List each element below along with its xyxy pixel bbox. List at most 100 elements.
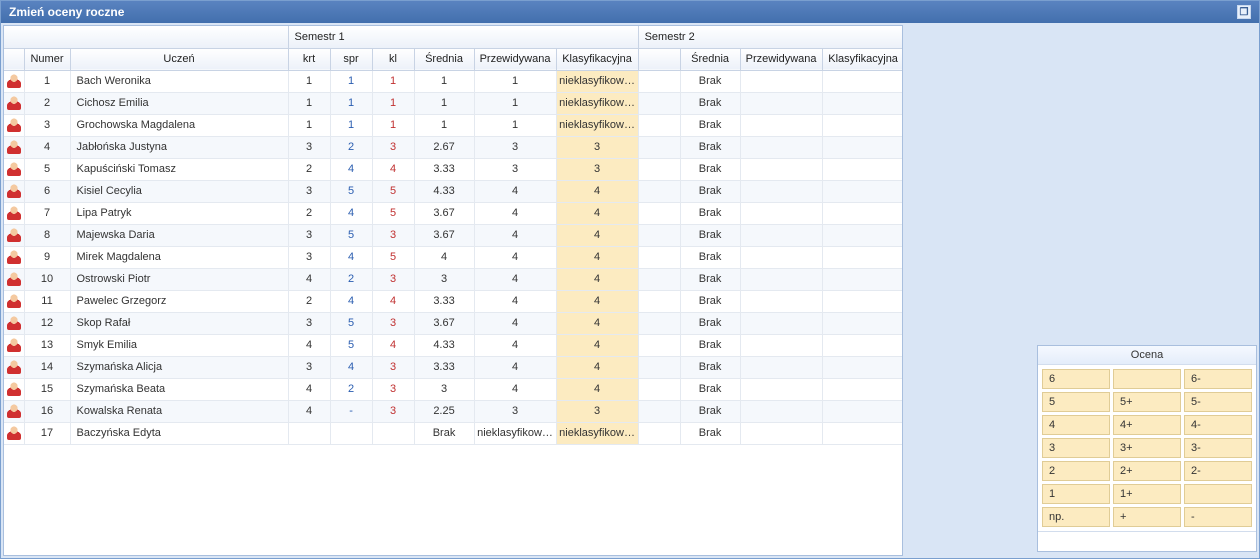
cell-s2-avg: Brak xyxy=(680,268,740,290)
table-row[interactable]: 3Grochowska Magdalena11111nieklasyfikow…… xyxy=(4,114,903,136)
grade-button[interactable]: 4 xyxy=(1042,415,1110,435)
table-row[interactable]: 7Lipa Patryk2453.6744Brak xyxy=(4,202,903,224)
cell-klas[interactable]: nieklasyfikow… xyxy=(556,422,638,444)
cell-klas[interactable]: 4 xyxy=(556,334,638,356)
col-klasyfikacyjna-1[interactable]: Klasyfikacyjna xyxy=(556,48,638,70)
cell-klas[interactable]: 4 xyxy=(556,202,638,224)
cell-name: Kapuściński Tomasz xyxy=(70,158,288,180)
grade-button[interactable]: 4+ xyxy=(1113,415,1181,435)
cell-s2-avg: Brak xyxy=(680,356,740,378)
grade-button[interactable]: 5+ xyxy=(1113,392,1181,412)
table-row[interactable]: 13Smyk Emilia4544.3344Brak xyxy=(4,334,903,356)
cell-kl: 5 xyxy=(372,246,414,268)
window: Zmień oceny roczne ❐ Semestr 1 Semestr 2 xyxy=(0,0,1260,559)
table-row[interactable]: 15Szymańska Beata423344Brak xyxy=(4,378,903,400)
cell-kl: 3 xyxy=(372,312,414,334)
cell-s2-pred xyxy=(740,400,822,422)
cell-klas[interactable]: 4 xyxy=(556,312,638,334)
cell-avg: 4 xyxy=(414,246,474,268)
cell-kl: 5 xyxy=(372,202,414,224)
restore-icon[interactable]: ❐ xyxy=(1237,5,1251,19)
grade-button[interactable]: 1+ xyxy=(1113,484,1181,504)
col-numer[interactable]: Numer xyxy=(24,48,70,70)
grade-button[interactable]: 5 xyxy=(1042,392,1110,412)
table-row[interactable]: 2Cichosz Emilia11111nieklasyfikow…Brak xyxy=(4,92,903,114)
table-row[interactable]: 12Skop Rafał3533.6744Brak xyxy=(4,312,903,334)
cell-klas[interactable]: 3 xyxy=(556,400,638,422)
grade-button[interactable]: 5- xyxy=(1184,392,1252,412)
grade-button[interactable]: - xyxy=(1184,507,1252,527)
grade-button[interactable]: 2- xyxy=(1184,461,1252,481)
cell-s2-pred xyxy=(740,114,822,136)
cell-klas[interactable]: nieklasyfikow… xyxy=(556,70,638,92)
cell-klas[interactable]: 4 xyxy=(556,268,638,290)
cell-spr: 5 xyxy=(330,334,372,356)
cell-pred: 3 xyxy=(474,400,556,422)
table-row[interactable]: 17Baczyńska EdytaBraknieklasyfikow…niekl… xyxy=(4,422,903,444)
table-row[interactable]: 16Kowalska Renata4-32.2533Brak xyxy=(4,400,903,422)
cell-klas[interactable]: 4 xyxy=(556,246,638,268)
grade-button[interactable]: 1 xyxy=(1042,484,1110,504)
grade-button[interactable]: 3- xyxy=(1184,438,1252,458)
cell-klas[interactable]: 4 xyxy=(556,378,638,400)
cell-krt: 4 xyxy=(288,268,330,290)
cell-klas[interactable]: 4 xyxy=(556,290,638,312)
cell-klas[interactable]: 3 xyxy=(556,136,638,158)
grade-button[interactable]: + xyxy=(1113,507,1181,527)
cell-name: Grochowska Magdalena xyxy=(70,114,288,136)
cell-name: Szymańska Beata xyxy=(70,378,288,400)
student-icon xyxy=(4,246,24,268)
grade-button[interactable]: 6 xyxy=(1042,369,1110,389)
table-row[interactable]: 9Mirek Magdalena345444Brak xyxy=(4,246,903,268)
col-srednia-1[interactable]: Średnia xyxy=(414,48,474,70)
grade-button[interactable]: 2 xyxy=(1042,461,1110,481)
grade-button[interactable]: 2+ xyxy=(1113,461,1181,481)
col-przewidywana-1[interactable]: Przewidywana xyxy=(474,48,556,70)
cell-klas[interactable]: 4 xyxy=(556,356,638,378)
cell-s2-klas xyxy=(822,136,903,158)
col-krt[interactable]: krt xyxy=(288,48,330,70)
table-row[interactable]: 1Bach Weronika11111nieklasyfikow…Brak xyxy=(4,70,903,92)
grade-button[interactable]: 3+ xyxy=(1113,438,1181,458)
cell-numer: 13 xyxy=(24,334,70,356)
table-row[interactable]: 8Majewska Daria3533.6744Brak xyxy=(4,224,903,246)
cell-klas[interactable]: nieklasyfikow… xyxy=(556,92,638,114)
cell-numer: 7 xyxy=(24,202,70,224)
col-kl[interactable]: kl xyxy=(372,48,414,70)
cell-klas[interactable]: 3 xyxy=(556,158,638,180)
cell-klas[interactable]: nieklasyfikow… xyxy=(556,114,638,136)
cell-s2-blank xyxy=(638,290,680,312)
table-row[interactable]: 11Pawelec Grzegorz2443.3344Brak xyxy=(4,290,903,312)
header-semestr-1[interactable]: Semestr 1 xyxy=(288,26,638,48)
cell-pred: 4 xyxy=(474,334,556,356)
cell-pred: 4 xyxy=(474,290,556,312)
table-row[interactable]: 4Jabłońska Justyna3232.6733Brak xyxy=(4,136,903,158)
cell-numer: 15 xyxy=(24,378,70,400)
col-spr[interactable]: spr xyxy=(330,48,372,70)
cell-s2-pred xyxy=(740,136,822,158)
cell-numer: 8 xyxy=(24,224,70,246)
grade-button[interactable] xyxy=(1113,369,1181,389)
cell-kl xyxy=(372,422,414,444)
cell-s2-blank xyxy=(638,224,680,246)
grade-button[interactable]: 6- xyxy=(1184,369,1252,389)
cell-klas[interactable]: 4 xyxy=(556,180,638,202)
cell-s2-blank xyxy=(638,356,680,378)
table-row[interactable]: 14Szymańska Alicja3433.3344Brak xyxy=(4,356,903,378)
grade-button[interactable] xyxy=(1184,484,1252,504)
header-semestr-2[interactable]: Semestr 2 xyxy=(638,26,903,48)
col-uczen[interactable]: Uczeń xyxy=(70,48,288,70)
cell-klas[interactable]: 4 xyxy=(556,224,638,246)
cell-kl: 3 xyxy=(372,356,414,378)
table-row[interactable]: 5Kapuściński Tomasz2443.3333Brak xyxy=(4,158,903,180)
table-row[interactable]: 6Kisiel Cecylia3554.3344Brak xyxy=(4,180,903,202)
grade-button[interactable]: 3 xyxy=(1042,438,1110,458)
cell-s2-avg: Brak xyxy=(680,224,740,246)
table-row[interactable]: 10Ostrowski Piotr423344Brak xyxy=(4,268,903,290)
col-srednia-2[interactable]: Średnia xyxy=(680,48,740,70)
grade-button[interactable]: 4- xyxy=(1184,415,1252,435)
cell-s2-avg: Brak xyxy=(680,290,740,312)
col-klasyfikacyjna-2[interactable]: Klasyfikacyjna xyxy=(822,48,903,70)
col-przewidywana-2[interactable]: Przewidywana xyxy=(740,48,822,70)
grade-button[interactable]: np. xyxy=(1042,507,1110,527)
